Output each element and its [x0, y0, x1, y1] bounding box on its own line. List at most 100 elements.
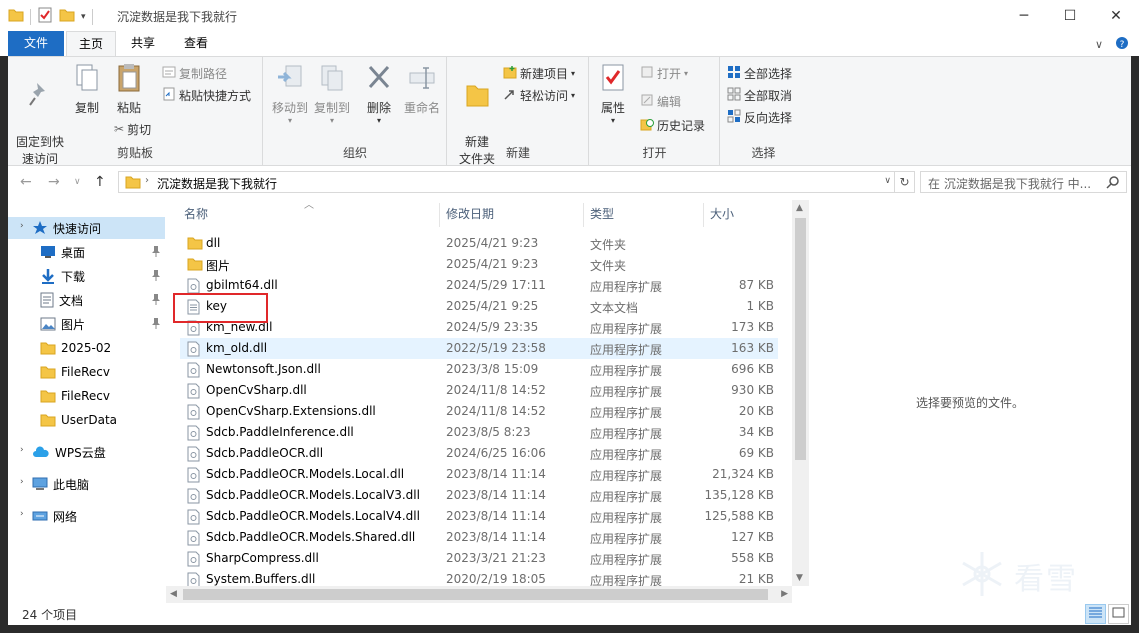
nav-item[interactable]: 桌面 [8, 241, 165, 263]
nav-item[interactable]: 文档 [8, 289, 165, 311]
column-header-type[interactable]: 类型 [590, 200, 614, 228]
file-row[interactable]: Sdcb.PaddleOCR.dll 2024/6/25 16:06 应用程序扩展 6… [180, 443, 778, 464]
nav-item[interactable]: 图片 [8, 313, 165, 335]
scroll-down-icon[interactable]: ▼ [796, 573, 803, 583]
horizontal-scrollbar[interactable]: ◀ ▶ [166, 586, 792, 603]
nav-item[interactable]: FileRecv [8, 361, 165, 383]
file-row[interactable]: 图片 2025/4/21 9:23 文件夹 [180, 254, 778, 275]
minimize-button[interactable]: ─ [1001, 0, 1047, 31]
nav-item[interactable]: 下载 [8, 265, 165, 287]
maximize-button[interactable]: ☐ [1047, 0, 1093, 31]
pin-icon[interactable] [151, 245, 161, 260]
chevron-down-icon[interactable]: ▾ [81, 12, 86, 22]
file-row[interactable]: km_old.dll 2022/5/19 23:58 应用程序扩展 163 KB [180, 338, 778, 359]
back-arrow-icon[interactable]: ← [20, 174, 32, 190]
file-row[interactable]: SharpCompress.dll 2023/3/21 21:23 应用程序扩展 55… [180, 548, 778, 569]
address-bar[interactable]: › 沉淀数据是我下我就行 ∨ [118, 171, 895, 193]
file-type: 文本文档 [590, 301, 639, 315]
nav-item[interactable]: › 网络 [8, 505, 165, 527]
close-button[interactable]: ✕ [1093, 0, 1139, 31]
watermark-text: 看雪 [1014, 561, 1078, 597]
copy-path-button[interactable]: 复制路径 [162, 63, 227, 83]
vertical-scroll-thumb[interactable] [795, 218, 806, 460]
copy-to-button[interactable]: 复制到 ▾ [312, 63, 352, 125]
column-header-name[interactable]: 名称 [184, 200, 208, 228]
new-folder-icon[interactable] [59, 8, 75, 25]
select-none-button[interactable]: 全部取消 [727, 85, 792, 105]
nav-item[interactable]: 2025-02 [8, 337, 165, 359]
column-header-size[interactable]: 大小 [710, 200, 734, 228]
file-row[interactable]: dll 2025/4/21 9:23 文件夹 [180, 233, 778, 254]
file-type: 应用程序扩展 [590, 364, 663, 378]
nav-item[interactable]: › 快速访问 [8, 217, 165, 239]
navigation-pane: › 快速访问 桌面 下载 文档 图片 2025-02 FileRecv FileRecv User… [8, 200, 165, 602]
file-row[interactable]: key 2025/4/21 9:25 文本文档 1 KB [180, 296, 778, 317]
file-row[interactable]: Sdcb.PaddleInference.dll 2023/8/5 8:23 应用程… [180, 422, 778, 443]
tab-view[interactable]: 查看 [172, 31, 220, 56]
move-to-button[interactable]: 移动到 ▾ [270, 63, 310, 125]
pin-icon[interactable] [151, 269, 161, 284]
file-row[interactable]: Sdcb.PaddleOCR.Models.Shared.dll 2023/8/1… [180, 527, 778, 548]
open-button[interactable]: 打开 ▾ [640, 63, 688, 83]
large-icons-view-button[interactable] [1108, 604, 1129, 624]
properties-button[interactable]: 属性 ▾ [596, 63, 630, 125]
expand-chevron-icon[interactable]: › [20, 509, 24, 519]
forward-arrow-icon[interactable]: → [48, 174, 60, 190]
dll-file-icon [187, 530, 200, 549]
vertical-scrollbar[interactable]: ▲ ▼ [792, 200, 809, 586]
expand-chevron-icon[interactable]: › [20, 445, 24, 455]
nav-item[interactable]: UserData [8, 409, 165, 431]
chevron-down-icon[interactable]: ∨ [74, 177, 81, 187]
file-row[interactable]: gbilmt64.dll 2024/5/29 17:11 应用程序扩展 87 KB [180, 275, 778, 296]
breadcrumb-path[interactable]: 沉淀数据是我下我就行 [157, 175, 277, 192]
file-row[interactable]: km_new.dll 2024/5/9 23:35 应用程序扩展 173 KB [180, 317, 778, 338]
ribbon-collapse-icon[interactable]: ∨ [1095, 38, 1103, 51]
file-row[interactable]: Sdcb.PaddleOCR.Models.Local.dll 2023/8/14… [180, 464, 778, 485]
pin-icon[interactable] [151, 293, 161, 308]
tab-home[interactable]: 主页 [66, 31, 116, 56]
column-header-date[interactable]: 修改日期 [446, 200, 494, 228]
details-view-button[interactable] [1085, 604, 1106, 624]
file-row[interactable]: System.Buffers.dll 2020/2/19 18:05 应用程序扩展 2… [180, 569, 778, 586]
nav-item[interactable]: › 此电脑 [8, 473, 165, 495]
pin-icon[interactable] [151, 317, 161, 332]
chevron-down-icon[interactable]: ∨ [884, 176, 891, 186]
scroll-right-icon[interactable]: ▶ [781, 589, 788, 599]
file-row[interactable]: OpenCvSharp.Extensions.dll 2024/11/8 14:5… [180, 401, 778, 422]
file-row[interactable]: Sdcb.PaddleOCR.Models.LocalV3.dll 2023/8/… [180, 485, 778, 506]
cut-button[interactable]: ✂ 剪切 [114, 119, 151, 139]
nav-item[interactable]: FileRecv [8, 385, 165, 407]
up-arrow-icon[interactable]: ↑ [94, 174, 106, 190]
scroll-up-icon[interactable]: ▲ [796, 203, 803, 213]
paste-button[interactable]: 粘贴 [110, 63, 148, 117]
select-all-button[interactable]: 全部选择 [727, 63, 792, 83]
column-divider[interactable] [439, 203, 440, 227]
expand-chevron-icon[interactable]: › [20, 221, 24, 231]
file-row[interactable]: OpenCvSharp.dll 2024/11/8 14:52 应用程序扩展 930 … [180, 380, 778, 401]
new-item-button[interactable]: 新建项目 ▾ [503, 63, 575, 83]
rename-button[interactable]: 重命名 [402, 63, 442, 117]
column-divider[interactable] [583, 203, 584, 227]
nav-item[interactable]: › WPS云盘 [8, 441, 165, 463]
tab-file[interactable]: 文件 [8, 31, 64, 56]
refresh-button[interactable]: ↻ [895, 171, 915, 193]
breadcrumb-chevron-icon[interactable]: › [145, 175, 149, 186]
history-button[interactable]: 历史记录 [640, 115, 705, 135]
edit-button[interactable]: 编辑 [640, 91, 681, 111]
horizontal-scroll-thumb[interactable] [183, 589, 768, 600]
file-row[interactable]: Sdcb.PaddleOCR.Models.LocalV4.dll 2023/8/… [180, 506, 778, 527]
tab-share[interactable]: 共享 [120, 31, 166, 56]
invert-selection-button[interactable]: 反向选择 [727, 107, 792, 127]
easy-access-button[interactable]: 轻松访问 ▾ [503, 85, 575, 105]
column-divider[interactable] [703, 203, 704, 227]
search-input[interactable]: 在 沉淀数据是我下我就行 中... [920, 171, 1127, 193]
open-group: 属性 ▾ 打开 ▾ 编辑 历史记录 打开 [590, 57, 720, 165]
expand-chevron-icon[interactable]: › [20, 477, 24, 487]
scroll-left-icon[interactable]: ◀ [170, 589, 177, 599]
help-icon[interactable]: ? [1115, 36, 1129, 53]
copy-button[interactable]: 复制 [70, 63, 104, 117]
delete-button[interactable]: 删除 ▾ [364, 63, 394, 125]
paste-shortcut-button[interactable]: 粘贴快捷方式 [162, 85, 251, 105]
file-row[interactable]: Newtonsoft.Json.dll 2023/3/8 15:09 应用程序扩展 6… [180, 359, 778, 380]
properties-icon[interactable] [37, 7, 53, 26]
